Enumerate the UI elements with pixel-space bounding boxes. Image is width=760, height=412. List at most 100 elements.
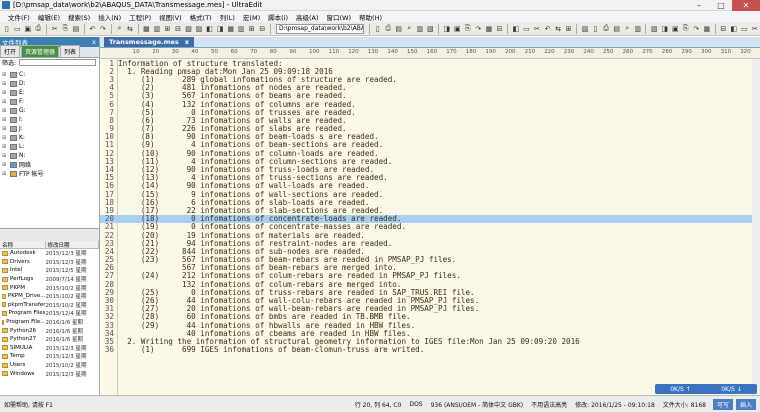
tree-node[interactable]: ⊞ 网络 [0, 160, 99, 169]
folder-row[interactable]: Temp 2015/12/3 星期 [0, 352, 99, 361]
panel-close-button[interactable]: x [92, 38, 99, 46]
toolbar-tool-icon[interactable]: ▦ [226, 24, 236, 34]
tab-close-button[interactable]: x [185, 38, 189, 46]
folder-row[interactable]: PKPM 2015/10/2 星期 [0, 283, 99, 292]
cut-icon[interactable]: ✂ [50, 24, 60, 34]
expand-icon[interactable]: ⊞ [2, 144, 8, 150]
tree-node[interactable]: ⊞ G: [0, 106, 99, 115]
status-codepage[interactable]: 936 (ANSI/OEM - 简体中文 GBK) [427, 400, 528, 409]
toolbar-tool-icon[interactable]: ▦ [484, 24, 494, 34]
folder-row[interactable]: Program File... 2016/1/6 星期 [0, 318, 99, 327]
menu-item-4[interactable]: 工程(P) [125, 12, 155, 22]
toolbar-tool-icon[interactable]: ▧ [426, 24, 436, 34]
save-icon[interactable]: ▣ [23, 24, 33, 34]
toolbar-tool-icon[interactable]: ⎘ [681, 24, 691, 34]
toolbar-tool-icon[interactable]: ▤ [612, 24, 622, 34]
toolbar-tool-icon[interactable]: ⊞ [564, 24, 574, 34]
tree-node[interactable]: ⊞ N: [0, 151, 99, 160]
minimize-button[interactable]: – [688, 0, 710, 11]
toolbar-tool-icon[interactable]: ▦ [702, 24, 712, 34]
toolbar-tool-icon[interactable]: ⊟ [495, 24, 505, 34]
toolbar-tool-icon[interactable]: ▥ [415, 24, 425, 34]
tree-node[interactable]: ⊞ K: [0, 133, 99, 142]
expand-icon[interactable]: ⊞ [2, 90, 8, 96]
menu-item-9[interactable]: 脚本(i) [264, 12, 292, 22]
toolbar-tool-icon[interactable]: ⎙ [601, 24, 611, 34]
copy-icon[interactable]: ⎘ [61, 24, 71, 34]
toolbar-tool-icon[interactable]: ⎙ [383, 24, 393, 34]
menu-item-7[interactable]: 列(L) [216, 12, 239, 22]
toolbar-tool-icon[interactable]: ▭ [740, 24, 750, 34]
toolbar-tool-icon[interactable]: ⎘ [463, 24, 473, 34]
redo-icon[interactable]: ↷ [98, 24, 108, 34]
toolbar-tool-icon[interactable]: ▯ [591, 24, 601, 34]
tab-0[interactable]: 打开 [0, 45, 21, 57]
folder-row[interactable]: SIMULIA 2015/12/3 星期 [0, 344, 99, 353]
folder-row[interactable]: Autodesk 2015/12/3 星期 [0, 249, 99, 258]
toolbar-tool-icon[interactable]: ▧ [649, 24, 659, 34]
column-header-date[interactable]: 修改日期 [46, 241, 99, 249]
toolbar-tool-icon[interactable]: ⊟ [719, 24, 729, 34]
tree-node[interactable]: ⊞ J: [0, 124, 99, 133]
toolbar-tool-icon[interactable]: ◨ [215, 24, 225, 34]
print-icon[interactable]: ⎙ [34, 24, 44, 34]
panel-splitter[interactable] [0, 229, 99, 241]
toolbar-tool-icon[interactable]: ↷ [474, 24, 484, 34]
status-writable[interactable]: 可写 [712, 398, 733, 410]
toolbar-tool-icon[interactable]: ↶ [543, 24, 553, 34]
toolbar-tool-icon[interactable]: ◧ [205, 24, 215, 34]
toolbar-tool-icon[interactable]: ◧ [729, 24, 739, 34]
expand-icon[interactable]: ⊞ [2, 72, 8, 78]
expand-icon[interactable]: ⊞ [2, 126, 8, 132]
tree-node[interactable]: ⊞ D: [0, 79, 99, 88]
close-button[interactable]: ✕ [732, 0, 760, 11]
folder-row[interactable]: pkpmTransfer 2015/10/2 星期 [0, 301, 99, 310]
toolbar-tool-icon[interactable]: ⊞ [247, 24, 257, 34]
expand-icon[interactable]: ⊞ [2, 153, 8, 159]
tree-node[interactable]: ⊞ C: [0, 70, 99, 79]
new-file-icon[interactable]: ▯ [2, 24, 12, 34]
toolbar-tool-icon[interactable]: ▨ [194, 24, 204, 34]
toolbar-tool-icon[interactable]: ⌕ [404, 24, 414, 34]
text-line[interactable]: 36 (1) 699 IGES infomations of beam-clom… [100, 345, 760, 354]
toolbar-tool-icon[interactable]: ▭ [522, 24, 532, 34]
menu-item-12[interactable]: 帮助(H) [355, 12, 386, 22]
folder-row[interactable]: Windows 2015/12/3 星期 [0, 369, 99, 378]
toolbar-tool-icon[interactable]: ▥ [236, 24, 246, 34]
toolbar-tool-icon[interactable]: ▧ [184, 24, 194, 34]
tab-1[interactable]: 资源管理器 [21, 45, 60, 57]
tab-transmessage[interactable]: Transmessage.mes x [104, 37, 194, 47]
toolbar-tool-icon[interactable]: ▣ [453, 24, 463, 34]
menu-item-8[interactable]: 宏(M) [239, 12, 264, 22]
toolbar-tool-icon[interactable]: ↷ [692, 24, 702, 34]
toolbar-tool-icon[interactable]: ✂ [750, 24, 760, 34]
menu-item-3[interactable]: 插入(N) [94, 12, 125, 22]
expand-icon[interactable]: ⊞ [2, 81, 8, 87]
maximize-button[interactable]: □ [710, 0, 732, 11]
folder-row[interactable]: Intel 2015/12/5 星期 [0, 266, 99, 275]
tree-node[interactable]: ⊞ L: [0, 142, 99, 151]
status-line-ending[interactable]: DOS [405, 401, 426, 408]
expand-icon[interactable]: ⊞ [2, 135, 8, 141]
folder-row[interactable]: PKPM_Drive... 2015/10/2 星期 [0, 292, 99, 301]
menu-item-2[interactable]: 搜索(S) [64, 12, 94, 22]
toolbar-tool-icon[interactable]: ▣ [670, 24, 680, 34]
toolbar-tool-icon[interactable]: ◧ [511, 24, 521, 34]
expand-icon[interactable]: ⊞ [2, 108, 8, 114]
toolbar-tool-icon[interactable]: ◨ [442, 24, 452, 34]
expand-icon[interactable]: ⊞ [2, 171, 8, 177]
toolbar-tool-icon[interactable]: ⇆ [553, 24, 563, 34]
undo-icon[interactable]: ↶ [88, 24, 98, 34]
menu-item-11[interactable]: 窗口(W) [323, 12, 356, 22]
path-input[interactable]: D:\pmsap_data\work\b2\ABAQ [275, 23, 364, 34]
expand-icon[interactable]: ⊞ [2, 117, 8, 123]
column-header-name[interactable]: 名称 [0, 241, 46, 249]
status-highlight[interactable]: 不用语法高亮 [527, 400, 571, 409]
toolbar-tool-icon[interactable]: ▯ [373, 24, 383, 34]
tree-node[interactable]: ⊞ I: [0, 115, 99, 124]
tab-2[interactable]: 列表 [60, 45, 81, 57]
toolbar-tool-icon[interactable]: ⌕ [622, 24, 632, 34]
menu-item-0[interactable]: 文件(F) [4, 12, 34, 22]
toolbar-tool-icon[interactable]: ⊟ [173, 24, 183, 34]
toolbar-tool-icon[interactable]: ⊟ [258, 24, 268, 34]
